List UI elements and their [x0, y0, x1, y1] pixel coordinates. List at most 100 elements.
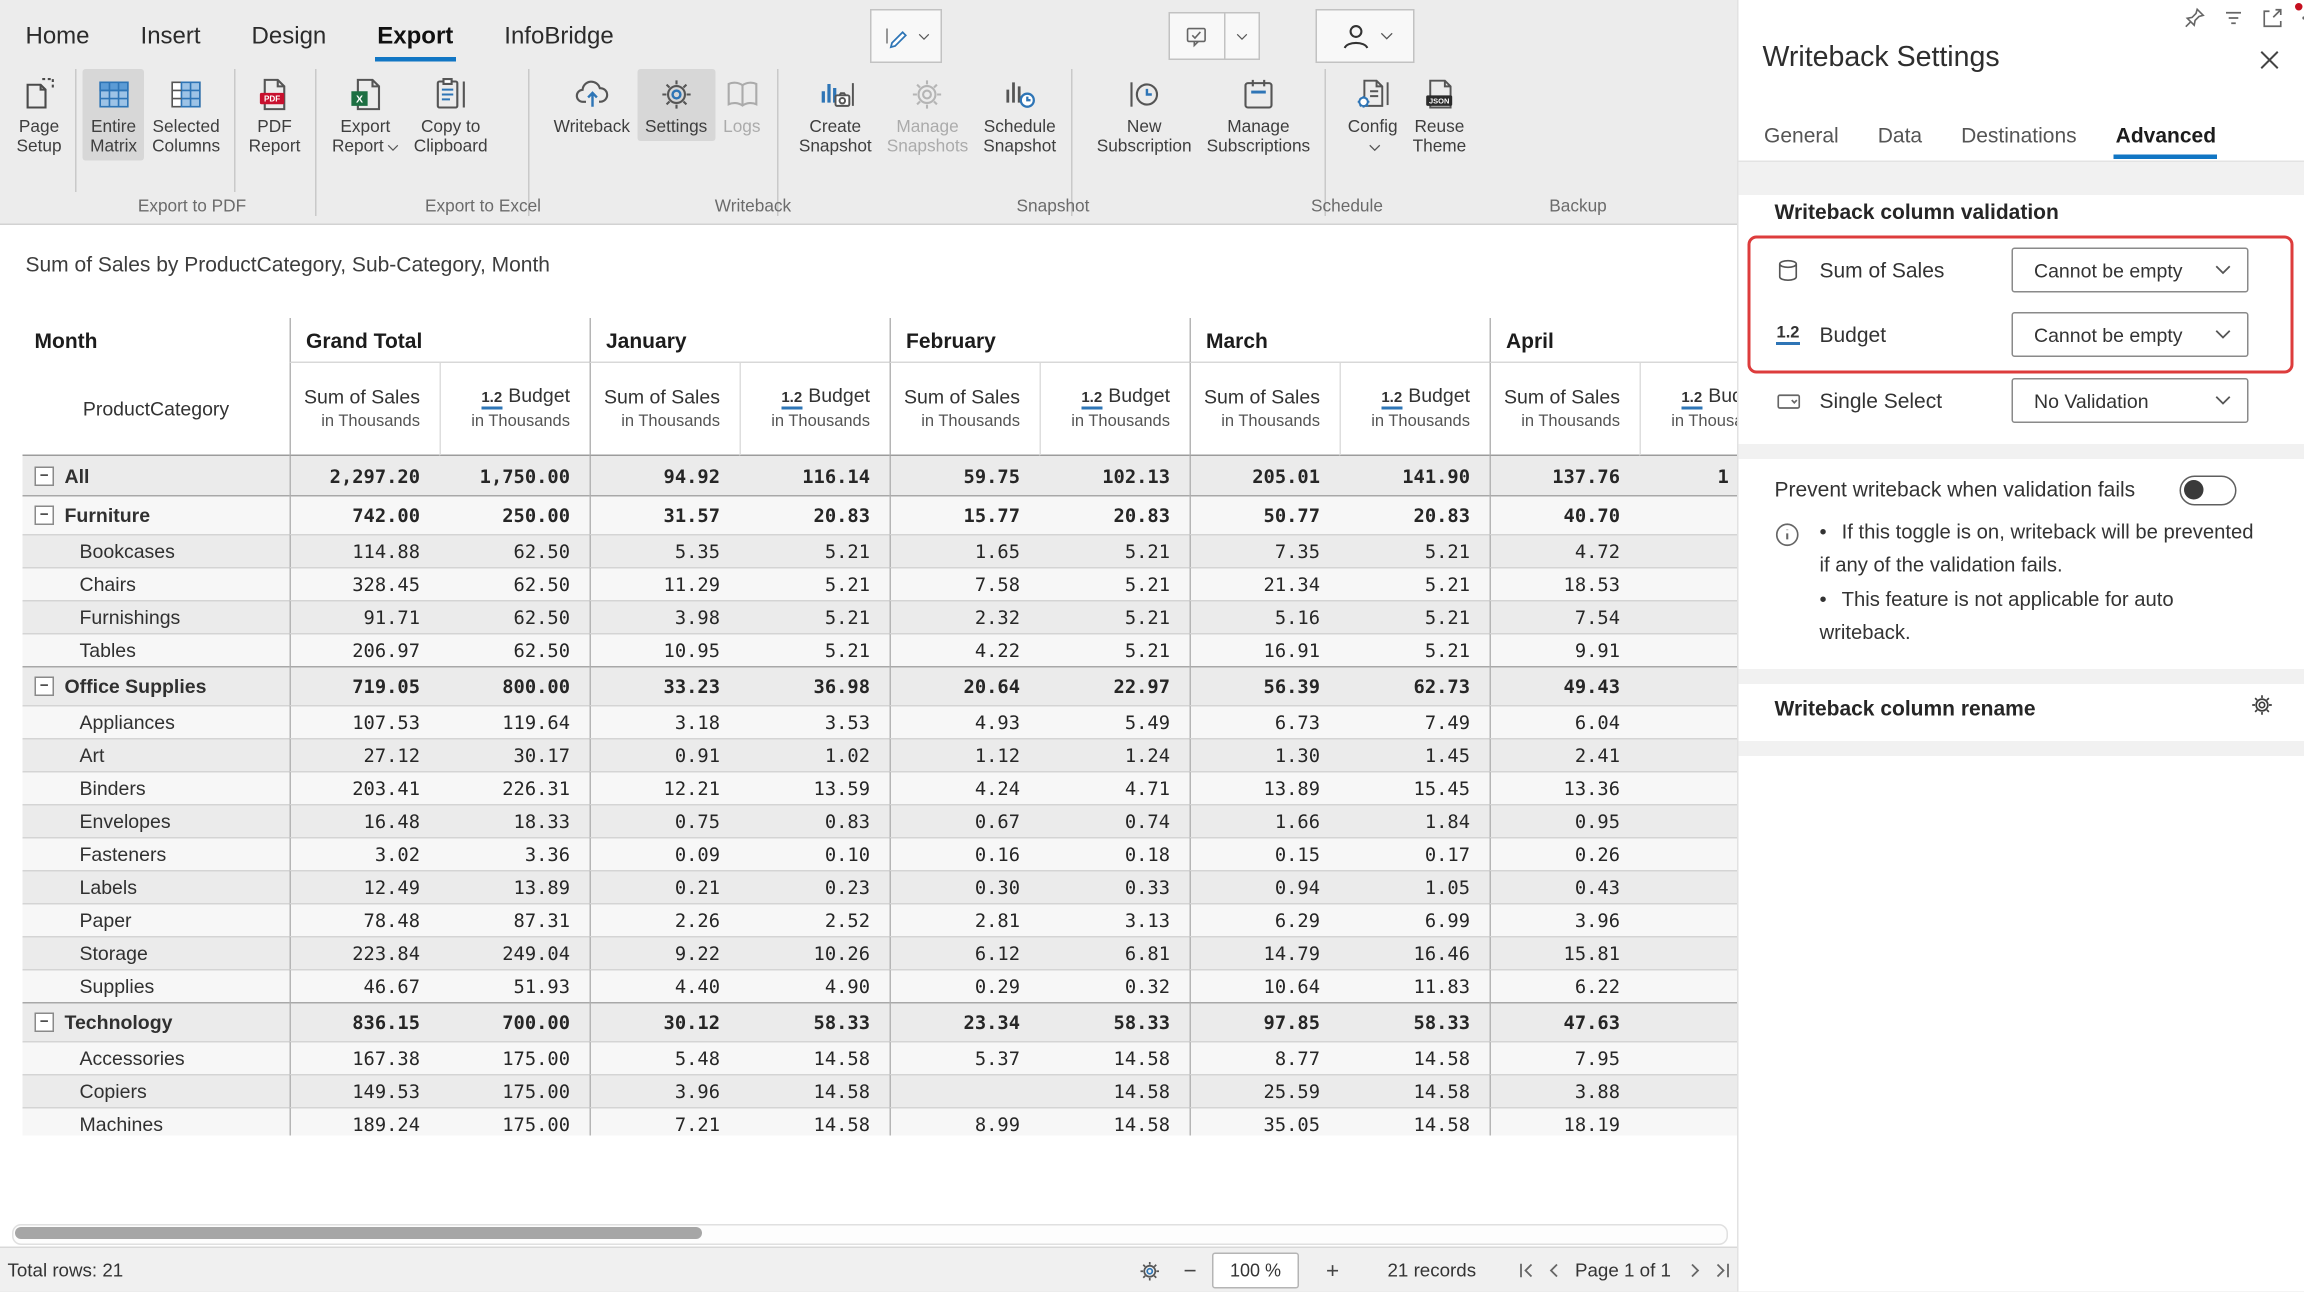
matrix-cell[interactable]: 0.23	[740, 870, 890, 903]
matrix-row-header[interactable]: Supplies	[23, 969, 290, 1002]
schedule-snapshot-button[interactable]: ScheduleSnapshot	[976, 69, 1064, 161]
matrix-cell[interactable]: 6.04	[1490, 705, 1640, 738]
matrix-cell[interactable]: 3.53	[740, 705, 890, 738]
matrix-cell[interactable]	[1640, 1002, 1738, 1041]
matrix-cell[interactable]: 2.26	[590, 903, 740, 936]
matrix-row-header[interactable]: Appliances	[23, 705, 290, 738]
matrix-cell[interactable]: 3.96	[1490, 903, 1640, 936]
matrix-cell[interactable]: 167.38	[290, 1041, 440, 1074]
matrix-cell[interactable]	[1640, 567, 1738, 600]
matrix-cell[interactable]: 0.74	[1040, 804, 1190, 837]
matrix-cell[interactable]: 5.21	[1340, 567, 1490, 600]
matrix-cell[interactable]: 249.04	[440, 936, 590, 969]
matrix-cell[interactable]: 0.21	[590, 870, 740, 903]
reuse-theme-button[interactable]: JSON ReuseTheme	[1405, 69, 1474, 161]
create-snapshot-button[interactable]: CreateSnapshot	[791, 69, 879, 161]
matrix-cell[interactable]: 800.00	[440, 666, 590, 705]
previous-page-button[interactable]	[1542, 1248, 1566, 1292]
writeback-logs-button[interactable]: Logs	[715, 69, 769, 141]
matrix-cell[interactable]: 7.35	[1190, 534, 1340, 567]
matrix-row-header[interactable]: Accessories	[23, 1041, 290, 1074]
matrix-cell[interactable]	[1640, 903, 1738, 936]
matrix-cell[interactable]: 5.37	[890, 1041, 1040, 1074]
matrix-cell[interactable]: 15.45	[1340, 771, 1490, 804]
matrix-cell[interactable]: 4.71	[1040, 771, 1190, 804]
matrix-cell[interactable]: 719.05	[290, 666, 440, 705]
matrix-cell[interactable]: 5.21	[740, 567, 890, 600]
focus-mode-icon[interactable]	[2261, 6, 2285, 30]
matrix-cell[interactable]: 16.46	[1340, 936, 1490, 969]
horizontal-scrollbar[interactable]	[12, 1224, 1728, 1245]
matrix-cell[interactable]: 20.83	[1340, 495, 1490, 534]
matrix-cell[interactable]: 137.76	[1490, 456, 1640, 495]
matrix-cell[interactable]: 4.22	[890, 633, 1040, 666]
copy-to-clipboard-button[interactable]: Copy toClipboard	[406, 69, 495, 161]
matrix-cell[interactable]: 206.97	[290, 633, 440, 666]
matrix-cell[interactable]: 836.15	[290, 1002, 440, 1041]
matrix-cell[interactable]: 700.00	[440, 1002, 590, 1041]
matrix-cell[interactable]	[1640, 600, 1738, 633]
matrix-cell[interactable]: 742.00	[290, 495, 440, 534]
matrix-cell[interactable]: 5.16	[1190, 600, 1340, 633]
matrix-cell[interactable]: 5.21	[1340, 633, 1490, 666]
matrix-row-header[interactable]: Chairs	[23, 567, 290, 600]
matrix-cell[interactable]: 10.95	[590, 633, 740, 666]
matrix-cell[interactable]: 1.02	[740, 738, 890, 771]
matrix-cell[interactable]: 23.34	[890, 1002, 1040, 1041]
matrix-cell[interactable]: 119.64	[440, 705, 590, 738]
matrix-cell[interactable]	[1640, 936, 1738, 969]
matrix-cell[interactable]: 15.77	[890, 495, 1040, 534]
matrix-row-header[interactable]: −Office Supplies	[23, 666, 290, 705]
matrix-cell[interactable]: 3.02	[290, 837, 440, 870]
matrix-cell[interactable]: 0.32	[1040, 969, 1190, 1002]
matrix-cell[interactable]: 30.12	[590, 1002, 740, 1041]
matrix-cell[interactable]: 31.57	[590, 495, 740, 534]
matrix-cell[interactable]: 9.91	[1490, 633, 1640, 666]
zoom-out-button[interactable]: −	[1184, 1248, 1197, 1292]
config-button[interactable]: Config	[1340, 69, 1405, 161]
tab-infobridge[interactable]: InfoBridge	[501, 18, 616, 57]
matrix-cell[interactable]: 6.22	[1490, 969, 1640, 1002]
new-subscription-button[interactable]: NewSubscription	[1089, 69, 1199, 161]
matrix-cell[interactable]: 46.67	[290, 969, 440, 1002]
matrix-column-group[interactable]: January	[590, 318, 890, 363]
last-page-button[interactable]	[1710, 1248, 1734, 1292]
matrix-cell[interactable]: 5.21	[1340, 534, 1490, 567]
matrix-cell[interactable]: 0.94	[1190, 870, 1340, 903]
matrix-cell[interactable]: 5.21	[740, 633, 890, 666]
scrollbar-thumb[interactable]	[15, 1227, 702, 1239]
filter-icon[interactable]	[2222, 6, 2246, 30]
matrix-row-header[interactable]: Envelopes	[23, 804, 290, 837]
matrix-cell[interactable]: 0.29	[890, 969, 1040, 1002]
pin-icon[interactable]	[2183, 6, 2207, 30]
matrix-cell[interactable]: 87.31	[440, 903, 590, 936]
close-icon[interactable]	[2258, 48, 2282, 72]
panel-tab-advanced[interactable]: Advanced	[2114, 117, 2217, 159]
matrix-cell[interactable]: 226.31	[440, 771, 590, 804]
matrix-cell[interactable]	[1640, 804, 1738, 837]
matrix-cell[interactable]: 12.49	[290, 870, 440, 903]
matrix-row-header[interactable]: Tables	[23, 633, 290, 666]
matrix-cell[interactable]: 223.84	[290, 936, 440, 969]
matrix-cell[interactable]: 18.33	[440, 804, 590, 837]
matrix-cell[interactable]: 14.58	[1040, 1107, 1190, 1136]
matrix-cell[interactable]: 14.58	[1040, 1041, 1190, 1074]
panel-tab-destinations[interactable]: Destinations	[1960, 117, 2079, 159]
matrix-cell[interactable]: 1.12	[890, 738, 1040, 771]
matrix-cell[interactable]	[1640, 837, 1738, 870]
matrix-cell[interactable]: 50.77	[1190, 495, 1340, 534]
matrix-cell[interactable]: 0.30	[890, 870, 1040, 903]
manage-subscriptions-button[interactable]: ManageSubscriptions	[1199, 69, 1318, 161]
matrix-cell[interactable]	[1640, 495, 1738, 534]
matrix-cell[interactable]: 328.45	[290, 567, 440, 600]
matrix-cell[interactable]	[890, 1074, 1040, 1107]
writeback-button[interactable]: Writeback	[546, 69, 637, 141]
matrix-cell[interactable]: 6.73	[1190, 705, 1340, 738]
matrix-cell[interactable]: 1.05	[1340, 870, 1490, 903]
matrix-cell[interactable]: 4.90	[740, 969, 890, 1002]
matrix-cell[interactable]: 2.81	[890, 903, 1040, 936]
matrix-cell[interactable]: 5.48	[590, 1041, 740, 1074]
matrix-cell[interactable]: 15.81	[1490, 936, 1640, 969]
entire-matrix-button[interactable]: EntireMatrix	[83, 69, 145, 161]
tab-insert[interactable]: Insert	[138, 18, 204, 57]
